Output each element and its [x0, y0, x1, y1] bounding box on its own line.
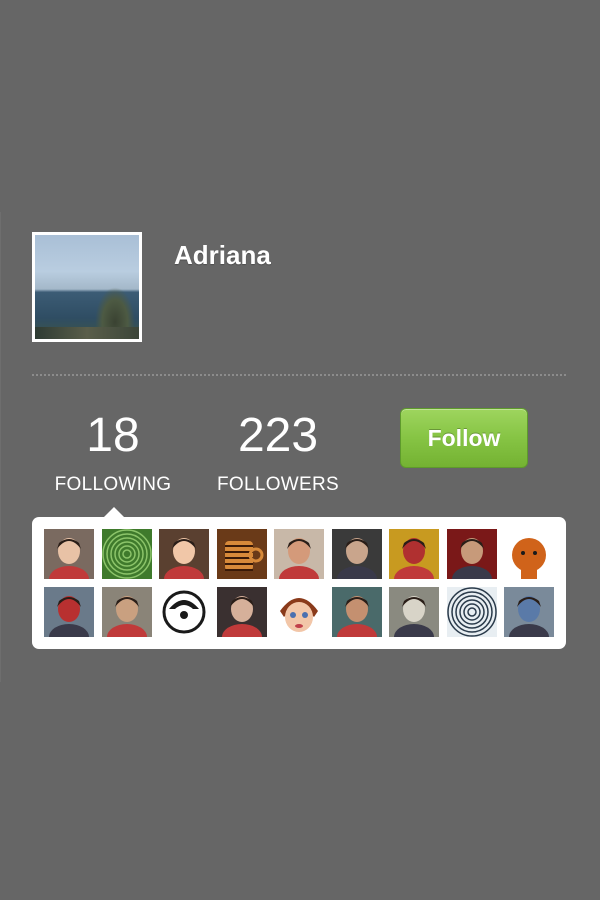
followers-count: 223	[237, 409, 319, 462]
following-thumbnails-grid	[44, 529, 554, 637]
following-thumbnails-panel	[32, 517, 566, 649]
thumb-cartoon-girl-face[interactable]	[274, 587, 324, 637]
followers-stat[interactable]: 223 FOLLOWERS	[208, 410, 348, 496]
thumb-person-woman-autumn[interactable]	[389, 529, 439, 579]
following-count: 18	[86, 409, 140, 462]
avatar-shore-shape	[35, 327, 139, 339]
thumb-person-man-headphones[interactable]	[446, 529, 497, 579]
thumb-cartoon-orange-creature[interactable]	[504, 529, 554, 579]
thumb-otter-animal[interactable]	[389, 587, 439, 637]
popover-arrow	[104, 507, 124, 517]
thumb-person-man-beard[interactable]	[101, 587, 152, 637]
thumb-green-spiral-pattern[interactable]	[101, 529, 152, 579]
thumb-person-man-gray-hair[interactable]	[331, 529, 382, 579]
profile-card: Adriana 18 FOLLOWING 223 FOLLOWERS Follo…	[32, 232, 568, 652]
thumb-cartoon-black-white-logo[interactable]	[159, 587, 209, 637]
followers-label: FOLLOWERS	[217, 474, 339, 495]
thumb-person-man-pink-shirt[interactable]	[274, 529, 324, 579]
thumb-coffee-mug[interactable]	[216, 529, 267, 579]
profile-name: Adriana	[174, 240, 271, 270]
dotted-divider	[32, 374, 566, 376]
following-stat[interactable]: 18 FOLLOWING	[46, 410, 180, 496]
thumb-person-woman-red-top[interactable]	[44, 587, 94, 637]
thumb-group-photo[interactable]	[504, 587, 554, 637]
profile-avatar[interactable]	[32, 232, 142, 342]
follow-button[interactable]: Follow	[400, 408, 528, 468]
edge-line	[0, 212, 1, 682]
thumb-person-woman-dark-hair[interactable]	[331, 587, 382, 637]
thumb-person-woman-brown-hair[interactable]	[159, 529, 209, 579]
thumb-bw-spiral-pattern[interactable]	[446, 587, 497, 637]
following-label: FOLLOWING	[54, 474, 172, 495]
thumb-person-smiling-woman[interactable]	[44, 529, 94, 579]
thumb-person-woman-glasses[interactable]	[216, 587, 267, 637]
